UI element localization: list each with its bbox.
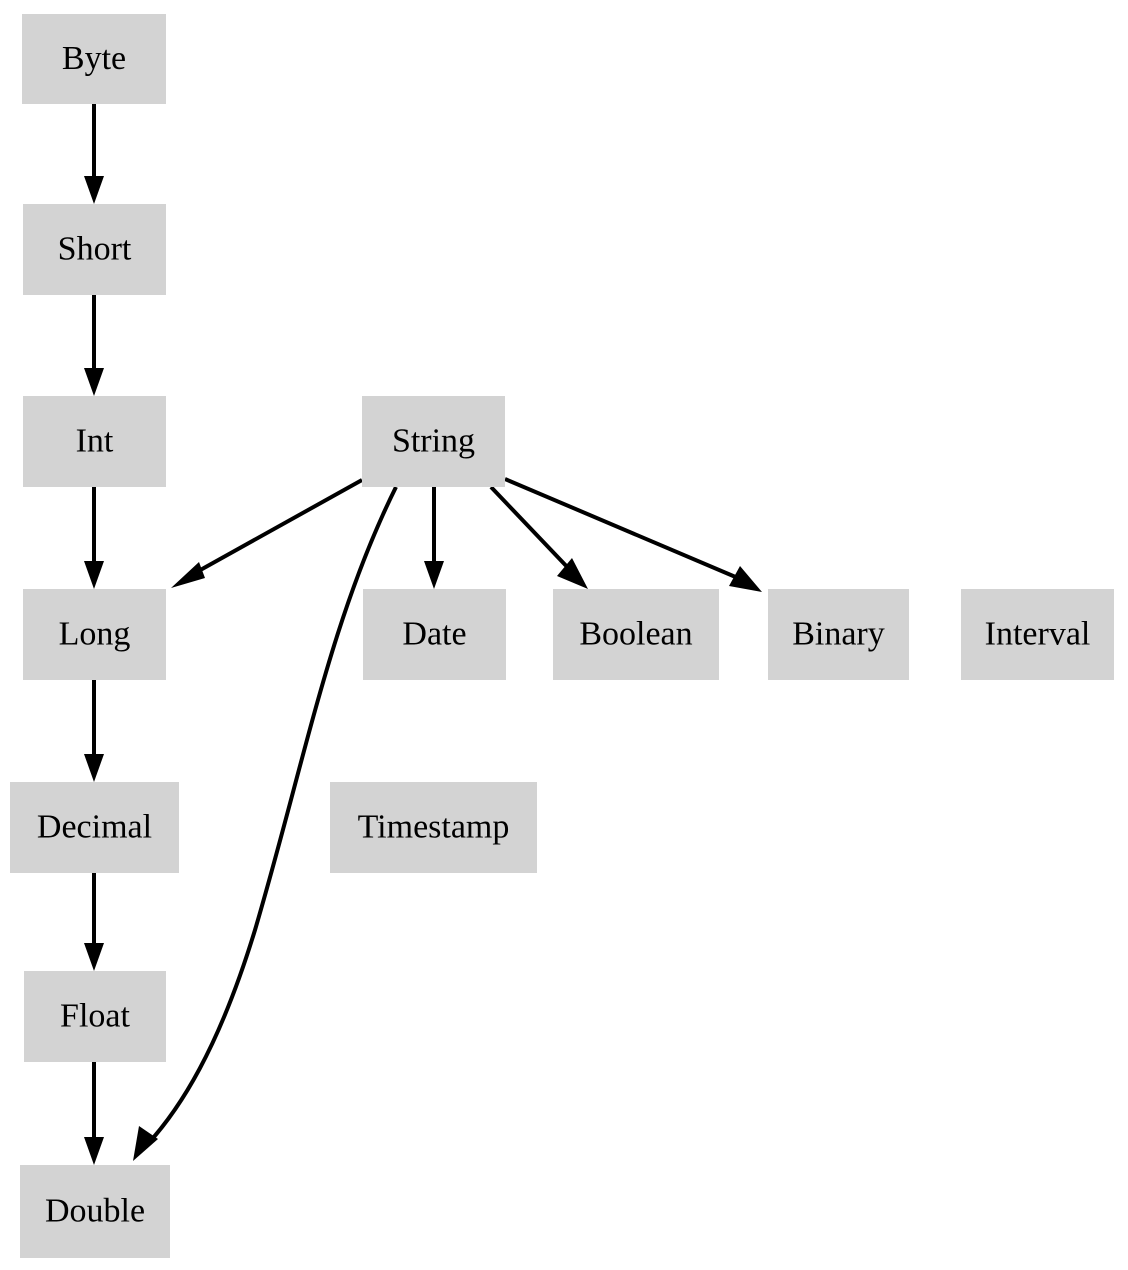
node-date[interactable]: Date: [363, 589, 506, 680]
node-short[interactable]: Short: [23, 204, 166, 295]
node-label: Timestamp: [358, 808, 510, 845]
type-coercion-graph: Byte Short Int Long Decimal Float Double String…: [0, 0, 1128, 1270]
node-boolean[interactable]: Boolean: [553, 589, 719, 680]
node-label: Short: [58, 230, 132, 267]
node-byte[interactable]: Byte: [22, 14, 166, 104]
node-label: Long: [59, 615, 131, 652]
node-label: Decimal: [37, 808, 152, 845]
node-float[interactable]: Float: [24, 971, 166, 1062]
node-long[interactable]: Long: [23, 589, 166, 680]
node-label: Int: [76, 422, 114, 459]
node-int[interactable]: Int: [23, 396, 166, 487]
node-decimal[interactable]: Decimal: [10, 782, 179, 873]
node-label: Binary: [792, 615, 885, 652]
node-interval[interactable]: Interval: [961, 589, 1114, 680]
node-double[interactable]: Double: [20, 1165, 170, 1258]
node-label: Float: [60, 997, 130, 1034]
node-label: Boolean: [579, 615, 692, 652]
node-timestamp[interactable]: Timestamp: [330, 782, 537, 873]
node-label: Double: [45, 1192, 145, 1229]
diagram-canvas: Byte Short Int Long Decimal Float Double String…: [0, 0, 1128, 1270]
node-string[interactable]: String: [362, 396, 505, 487]
node-label: Byte: [62, 40, 126, 77]
node-label: String: [392, 422, 475, 459]
node-binary[interactable]: Binary: [768, 589, 909, 680]
node-label: Interval: [985, 615, 1091, 652]
node-label: Date: [402, 615, 466, 652]
